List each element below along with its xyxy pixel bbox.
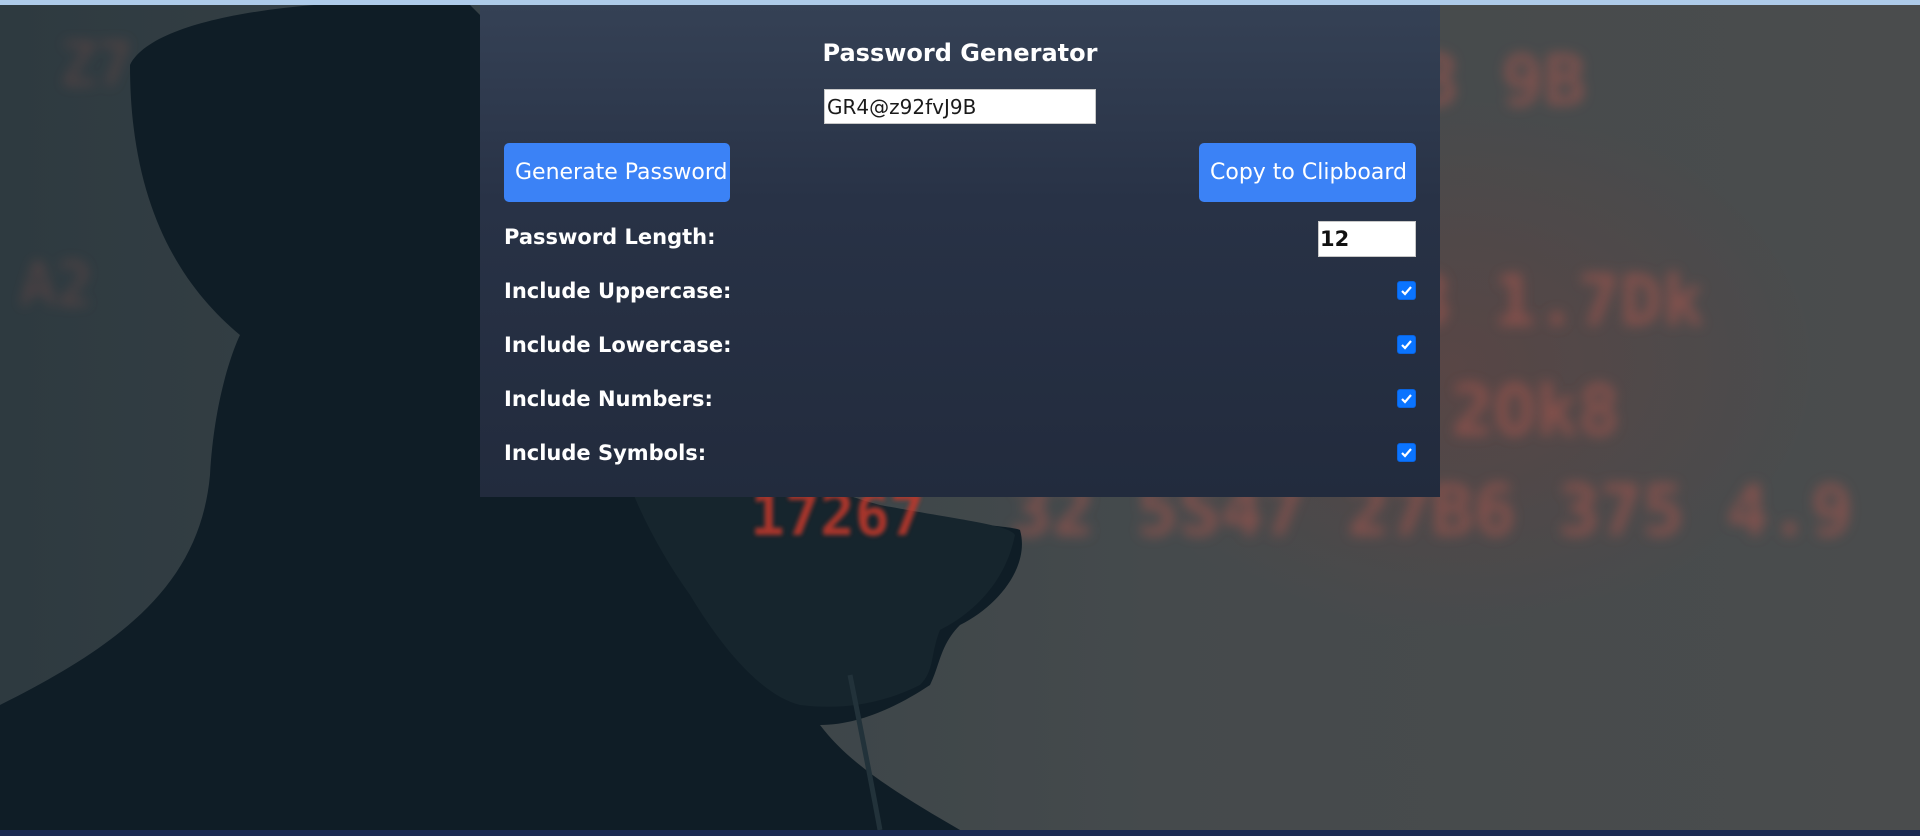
symbols-label: Include Symbols: <box>504 441 707 465</box>
checkmark-icon <box>1401 340 1412 350</box>
checkmark-icon <box>1401 394 1412 404</box>
password-generator-panel: Password Generator Generate Password Cop… <box>480 5 1440 497</box>
generate-password-button[interactable]: Generate Password <box>504 143 730 202</box>
symbols-checkbox[interactable] <box>1397 443 1416 462</box>
password-length-input[interactable] <box>1318 221 1416 257</box>
lowercase-label: Include Lowercase: <box>504 333 732 357</box>
numbers-label: Include Numbers: <box>504 387 713 411</box>
window-bottom-border <box>0 830 1920 836</box>
checkmark-icon <box>1401 448 1412 458</box>
lowercase-option-row: Include Lowercase: <box>504 329 1416 365</box>
password-length-row: Password Length: <box>504 221 1416 257</box>
uppercase-checkbox[interactable] <box>1397 281 1416 300</box>
page-title: Password Generator <box>822 39 1098 67</box>
password-length-label: Password Length: <box>504 225 716 249</box>
uppercase-option-row: Include Uppercase: <box>504 275 1416 311</box>
numbers-option-row: Include Numbers: <box>504 383 1416 419</box>
lowercase-checkbox[interactable] <box>1397 335 1416 354</box>
uppercase-label: Include Uppercase: <box>504 279 732 303</box>
generated-password-field[interactable] <box>824 89 1096 124</box>
symbols-option-row: Include Symbols: <box>504 437 1416 473</box>
checkmark-icon <box>1401 286 1412 296</box>
numbers-checkbox[interactable] <box>1397 389 1416 408</box>
svg-text:Z7: Z7 <box>60 30 132 100</box>
svg-text:A2: A2 <box>20 250 92 320</box>
copy-to-clipboard-button[interactable]: Copy to Clipboard <box>1199 143 1416 202</box>
